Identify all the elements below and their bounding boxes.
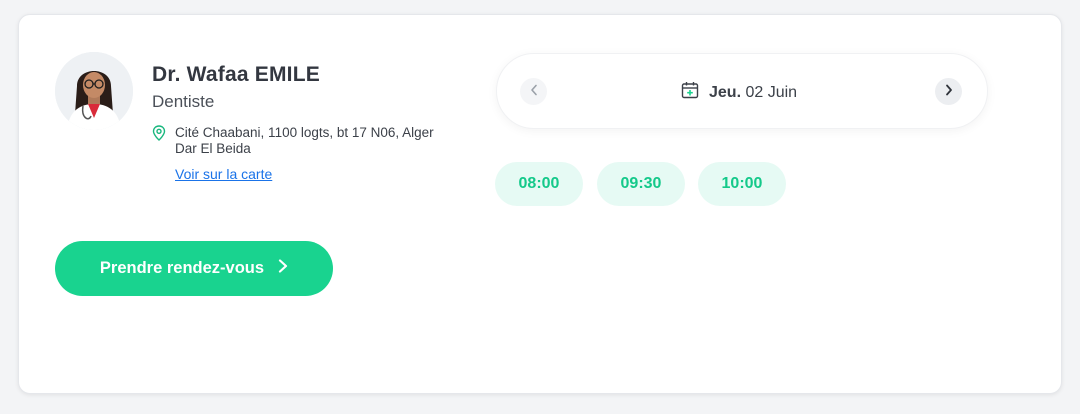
book-appointment-label: Prendre rendez-vous bbox=[99, 259, 265, 277]
previous-day-button[interactable] bbox=[520, 78, 547, 105]
chevron-left-icon bbox=[530, 83, 538, 101]
current-date: Jeu. 02 Juin bbox=[681, 81, 797, 104]
time-slot-button[interactable]: 09:30 bbox=[597, 162, 685, 206]
doctor-name: Dr. Wafaa EMILE bbox=[152, 63, 320, 86]
date-selector: Jeu. 02 Juin bbox=[496, 53, 988, 129]
chevron-right-icon bbox=[945, 83, 953, 101]
time-slot-button[interactable]: 08:00 bbox=[495, 162, 583, 206]
date-value: 02 Juin bbox=[745, 83, 798, 101]
date-day: Jeu. bbox=[709, 83, 742, 101]
chevron-right-icon bbox=[278, 259, 288, 278]
time-slot-button[interactable]: 10:00 bbox=[698, 162, 786, 206]
doctor-avatar bbox=[55, 52, 133, 130]
doctor-specialty: Dentiste bbox=[152, 92, 215, 111]
calendar-icon bbox=[681, 81, 699, 104]
book-appointment-button[interactable]: Prendre rendez-vous bbox=[55, 241, 333, 296]
next-day-button[interactable] bbox=[935, 78, 962, 105]
doctor-address: Cité Chaabani, 1100 logts, bt 17 N06, Al… bbox=[175, 125, 434, 156]
view-on-map-link[interactable]: Voir sur la carte bbox=[175, 166, 272, 182]
doctor-card: Dr. Wafaa EMILE Dentiste Cité Chaabani, … bbox=[18, 14, 1062, 394]
location-pin-icon bbox=[152, 125, 166, 141]
